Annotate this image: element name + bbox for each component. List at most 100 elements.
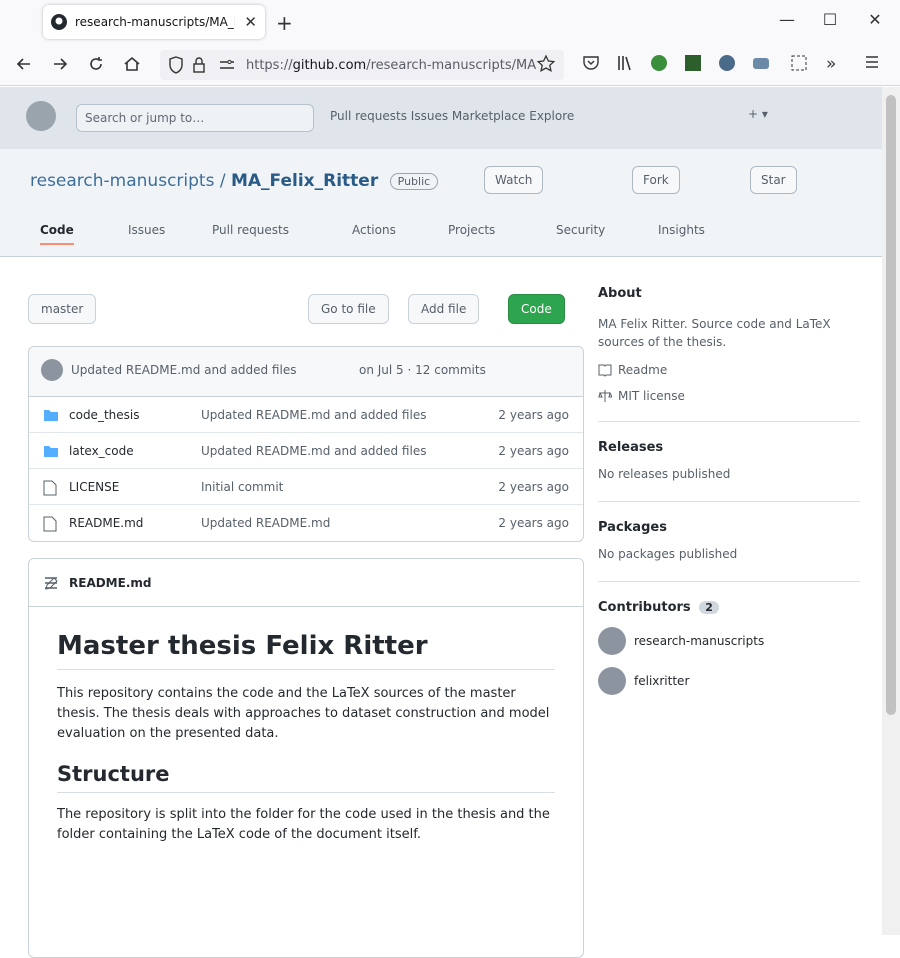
new-tab-button[interactable]: + [276,11,293,35]
tab-insights[interactable]: Insights [658,223,705,237]
repo-header: research-manuscripts / MA_Felix_Ritter P… [0,149,882,257]
page-scrollbar[interactable] [882,87,900,935]
releases-text: No releases published [598,467,731,481]
go-to-file-button[interactable]: Go to file [308,294,389,324]
url-path: /research-manuscripts/MA [366,58,537,73]
maximize-button[interactable]: ☐ [815,10,845,29]
repo-title: research-manuscripts / MA_Felix_Ritter P… [30,171,439,191]
commit-message[interactable]: Updated README.md and added files [71,363,296,377]
file-name[interactable]: README.md [69,516,143,530]
scrollbar-thumb[interactable] [886,95,896,715]
contributors-count-badge: 2 [699,601,719,614]
minimize-button[interactable]: — [772,10,802,29]
tab-issues[interactable]: Issues [128,223,165,237]
visibility-badge: Public [389,172,439,190]
file-icon [43,480,57,496]
readme-header: README.md [29,559,583,607]
bookmark-star-icon[interactable] [536,54,558,76]
tab-close-icon[interactable]: ✕ [244,13,257,31]
file-date: 2 years ago [498,408,569,422]
readme-paragraph: This repository contains the code and th… [57,686,550,741]
about-text: MA Felix Ritter. Source code and LaTeX s… [598,317,831,349]
packages-heading[interactable]: Packages [598,520,860,535]
search-input[interactable]: Search or jump to… [76,104,314,132]
url-scheme: https:// [246,58,293,73]
divider [598,421,860,422]
file-commit-message[interactable]: Updated README.md and added files [201,444,426,458]
contributor-name: felixritter [634,674,690,688]
pocket-icon[interactable] [582,54,604,76]
tab-security[interactable]: Security [556,223,605,237]
file-date: 2 years ago [498,480,569,494]
menu-icon[interactable] [864,54,886,76]
license-link[interactable]: MIT license [598,389,860,403]
fork-button[interactable]: Fork [632,166,680,194]
tab-projects[interactable]: Projects [448,223,495,237]
url-text[interactable]: https://github.com/research-manuscripts/… [246,58,540,73]
divider [598,581,860,582]
user-menu[interactable]: + ▾ [748,107,768,121]
pencil-icon[interactable] [43,576,569,592]
extension-cloud-icon[interactable] [752,54,774,76]
tab-actions[interactable]: Actions [352,223,396,237]
releases-heading[interactable]: Releases [598,440,860,455]
file-commit-message[interactable]: Initial commit [201,480,283,494]
star-button[interactable]: Star [750,166,797,194]
repo-owner-link[interactable]: research-manuscripts [30,171,214,191]
file-row[interactable]: code_thesis Updated README.md and added … [29,397,583,433]
extension-grid-icon[interactable] [684,54,706,76]
browser-tab[interactable]: research-manuscripts/MA_Felix ✕ [43,5,265,39]
back-icon[interactable] [14,54,36,76]
branch-select-button[interactable]: master [28,294,97,324]
readme-heading: Master thesis Felix Ritter [57,631,555,670]
avatar [598,667,626,695]
file-row[interactable]: README.md Updated README.md 2 years ago [29,505,583,541]
license-link-label: MIT license [618,389,685,403]
file-commit-message[interactable]: Updated README.md and added files [201,408,426,422]
screenshot-icon[interactable] [790,54,812,76]
reload-icon[interactable] [86,54,108,76]
contributor-item[interactable]: research-manuscripts [598,627,860,655]
github-global-nav[interactable]: Pull requests Issues Marketplace Explore [330,109,574,123]
tab-pull-requests[interactable]: Pull requests [212,223,289,237]
readme-link[interactable]: Readme [598,363,860,377]
shield-icon[interactable] [168,56,184,74]
extension-globe-icon[interactable] [718,54,740,76]
commit-meta[interactable]: on Jul 5 · 12 commits [359,363,486,377]
library-icon[interactable] [616,54,638,76]
tab-code[interactable]: Code [40,223,74,245]
github-favicon-icon [51,14,67,30]
latest-commit-row: Updated README.md and added files on Jul… [29,347,583,397]
readme-paragraph: The repository is split into the folder … [57,807,550,842]
file-row[interactable]: LICENSE Initial commit 2 years ago [29,469,583,505]
github-logo-icon[interactable] [26,101,56,131]
avatar[interactable] [41,359,63,381]
readme-subheading: Structure [57,762,555,793]
address-bar[interactable]: https://github.com/research-manuscripts/… [160,50,564,80]
close-window-button[interactable]: ✕ [860,10,890,29]
add-file-button[interactable]: Add file [408,294,480,324]
contributor-name: research-manuscripts [634,634,765,648]
about-heading: About [598,286,642,301]
extension-green-icon[interactable] [650,54,672,76]
file-commit-message[interactable]: Updated README.md [201,516,330,530]
contributors-heading[interactable]: Contributors 2 [598,600,860,615]
avatar [598,627,626,655]
file-name[interactable]: latex_code [69,444,134,458]
overflow-chevron-icon[interactable]: » [826,54,848,76]
code-button[interactable]: Code [508,294,565,324]
watch-button[interactable]: Watch [484,166,544,194]
repo-sidebar: About MA Felix Ritter. Source code and L… [598,286,860,695]
home-icon[interactable] [122,54,144,76]
folder-icon [43,444,59,458]
tab-title: research-manuscripts/MA_Felix [75,15,235,29]
file-icon [43,516,57,532]
lock-icon[interactable] [192,56,206,74]
file-name[interactable]: LICENSE [69,480,119,494]
permissions-icon[interactable] [218,57,236,73]
file-name[interactable]: code_thesis [69,408,139,422]
file-row[interactable]: latex_code Updated README.md and added f… [29,433,583,469]
repo-name-link[interactable]: MA_Felix_Ritter [231,171,378,191]
contributor-item[interactable]: felixritter [598,667,860,695]
forward-icon[interactable] [50,54,72,76]
